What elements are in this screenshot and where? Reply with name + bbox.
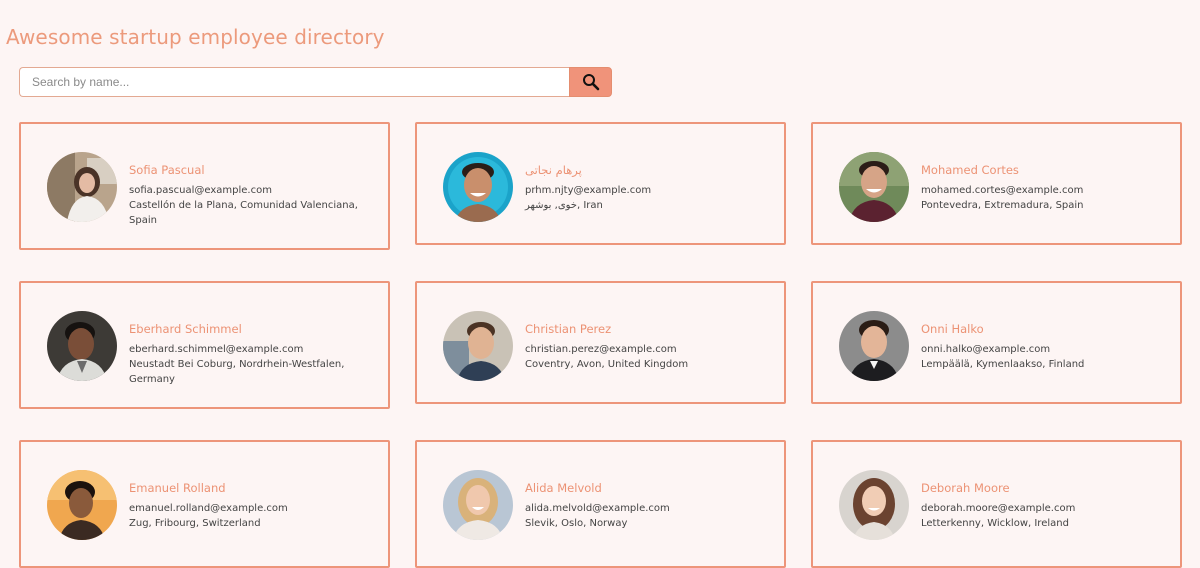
avatar [839, 311, 909, 381]
employee-email: mohamed.cortes@example.com [921, 185, 1084, 196]
avatar [443, 152, 513, 222]
employee-info: Alida Melvold alida.melvold@example.com … [525, 481, 670, 531]
employee-location: Coventry, Avon, United Kingdom [525, 359, 689, 370]
employee-card[interactable]: Emanuel Rolland emanuel.rolland@example.… [19, 440, 390, 568]
employee-location: Lempäälä, Kymenlaakso, Finland [921, 359, 1085, 370]
search-input[interactable] [19, 67, 570, 97]
employee-email: deborah.moore@example.com [921, 503, 1076, 514]
avatar [47, 311, 117, 381]
employee-name: Christian Perez [525, 322, 612, 336]
employee-card[interactable]: Mohamed Cortes mohamed.cortes@example.co… [811, 122, 1182, 245]
employee-info: Deborah Moore deborah.moore@example.com … [921, 481, 1075, 531]
employee-card[interactable]: Eberhard Schimmel eberhard.schimmel@exam… [19, 281, 390, 409]
employee-name: Mohamed Cortes [921, 163, 1019, 177]
avatar [839, 152, 909, 222]
employee-card[interactable]: Onni Halko onni.halko@example.com Lempää… [811, 281, 1182, 404]
employee-name: Alida Melvold [525, 481, 602, 495]
employee-info: Eberhard Schimmel eberhard.schimmel@exam… [129, 322, 378, 387]
employee-info: پرهام نجاتی prhm.njty@example.com خوی, ب… [525, 163, 651, 213]
employee-location: Pontevedra, Extremadura, Spain [921, 200, 1084, 211]
employee-name: Emanuel Rolland [129, 481, 226, 495]
search-form [19, 67, 612, 97]
employee-info: Onni Halko onni.halko@example.com Lempää… [921, 322, 1084, 372]
employee-email: eberhard.schimmel@example.com [129, 344, 304, 355]
employee-name: پرهام نجاتی [525, 163, 582, 177]
employee-card[interactable]: Deborah Moore deborah.moore@example.com … [811, 440, 1182, 568]
employee-info: Sofia Pascual sofia.pascual@example.com … [129, 163, 378, 228]
search-icon [582, 74, 599, 91]
employee-card[interactable]: Christian Perez christian.perez@example.… [415, 281, 786, 404]
employee-name: Sofia Pascual [129, 163, 205, 177]
employee-location: Neustadt Bei Coburg, Nordrhein-Westfalen… [129, 359, 345, 385]
employee-email: alida.melvold@example.com [525, 503, 670, 514]
search-button[interactable] [569, 67, 612, 97]
avatar [443, 311, 513, 381]
employee-card[interactable]: Sofia Pascual sofia.pascual@example.com … [19, 122, 390, 250]
employee-location: Slevik, Oslo, Norway [525, 518, 628, 529]
avatar [443, 470, 513, 540]
avatar [47, 470, 117, 540]
employee-gallery: Sofia Pascual sofia.pascual@example.com … [19, 122, 1182, 568]
employee-location: Zug, Fribourg, Switzerland [129, 518, 261, 529]
avatar [47, 152, 117, 222]
employee-name: Eberhard Schimmel [129, 322, 242, 336]
employee-info: Christian Perez christian.perez@example.… [525, 322, 688, 372]
employee-card[interactable]: پرهام نجاتی prhm.njty@example.com خوی, ب… [415, 122, 786, 245]
employee-location: خوی, بوشهر, Iran [525, 200, 603, 211]
employee-email: sofia.pascual@example.com [129, 185, 272, 196]
employee-location: Letterkenny, Wicklow, Ireland [921, 518, 1069, 529]
employee-email: christian.perez@example.com [525, 344, 677, 355]
employee-info: Mohamed Cortes mohamed.cortes@example.co… [921, 163, 1084, 213]
page-title: Awesome startup employee directory [6, 25, 385, 49]
employee-email: emanuel.rolland@example.com [129, 503, 288, 514]
employee-name: Deborah Moore [921, 481, 1010, 495]
employee-card[interactable]: Alida Melvold alida.melvold@example.com … [415, 440, 786, 568]
employee-location: Castellón de la Plana, Comunidad Valenci… [129, 200, 358, 226]
avatar [839, 470, 909, 540]
employee-email: onni.halko@example.com [921, 344, 1051, 355]
employee-info: Emanuel Rolland emanuel.rolland@example.… [129, 481, 288, 531]
employee-email: prhm.njty@example.com [525, 185, 652, 196]
employee-name: Onni Halko [921, 322, 984, 336]
